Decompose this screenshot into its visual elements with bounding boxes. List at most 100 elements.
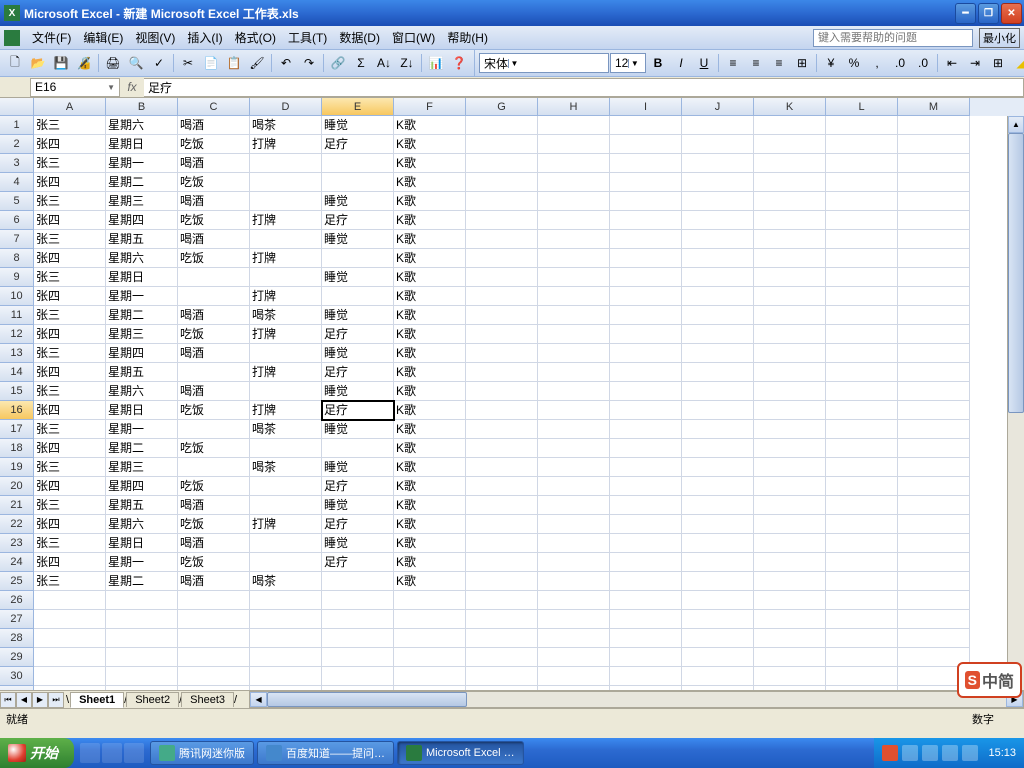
cell-L28[interactable] (826, 629, 898, 648)
cell-B6[interactable]: 星期四 (106, 211, 178, 230)
new-button[interactable]: 🗋 (4, 52, 26, 74)
cell-J12[interactable] (682, 325, 754, 344)
cell-A13[interactable]: 张三 (34, 344, 106, 363)
cell-H29[interactable] (538, 648, 610, 667)
cell-A19[interactable]: 张三 (34, 458, 106, 477)
cell-J25[interactable] (682, 572, 754, 591)
cell-G27[interactable] (466, 610, 538, 629)
cell-D30[interactable] (250, 667, 322, 686)
cell-L24[interactable] (826, 553, 898, 572)
cell-M24[interactable] (898, 553, 970, 572)
cell-F2[interactable]: K歌 (394, 135, 466, 154)
cell-C26[interactable] (178, 591, 250, 610)
cell-A3[interactable]: 张三 (34, 154, 106, 173)
cell-C9[interactable] (178, 268, 250, 287)
cell-F23[interactable]: K歌 (394, 534, 466, 553)
cell-I13[interactable] (610, 344, 682, 363)
row-header[interactable]: 27 (0, 610, 34, 629)
cell-I7[interactable] (610, 230, 682, 249)
cell-F15[interactable]: K歌 (394, 382, 466, 401)
cell-M10[interactable] (898, 287, 970, 306)
sheet-tab-3[interactable]: Sheet3 (181, 692, 234, 707)
cell-L8[interactable] (826, 249, 898, 268)
cell-D17[interactable]: 喝茶 (250, 420, 322, 439)
cell-H1[interactable] (538, 116, 610, 135)
row-header[interactable]: 25 (0, 572, 34, 591)
cell-L22[interactable] (826, 515, 898, 534)
cell-E5[interactable]: 睡觉 (322, 192, 394, 211)
cell-A7[interactable]: 张三 (34, 230, 106, 249)
cell-G15[interactable] (466, 382, 538, 401)
cell-E30[interactable] (322, 667, 394, 686)
cell-H11[interactable] (538, 306, 610, 325)
column-header-G[interactable]: G (466, 98, 538, 116)
cell-A12[interactable]: 张四 (34, 325, 106, 344)
cell-E16[interactable]: 足疗 (322, 401, 394, 420)
tray-icon[interactable] (922, 745, 938, 761)
column-header-L[interactable]: L (826, 98, 898, 116)
cell-L17[interactable] (826, 420, 898, 439)
cell-E10[interactable] (322, 287, 394, 306)
cell-I3[interactable] (610, 154, 682, 173)
cell-K12[interactable] (754, 325, 826, 344)
cell-E17[interactable]: 睡觉 (322, 420, 394, 439)
cell-M22[interactable] (898, 515, 970, 534)
cell-C18[interactable]: 吃饭 (178, 439, 250, 458)
row-header[interactable]: 17 (0, 420, 34, 439)
cell-C25[interactable]: 喝酒 (178, 572, 250, 591)
cell-G11[interactable] (466, 306, 538, 325)
cell-A29[interactable] (34, 648, 106, 667)
cell-K20[interactable] (754, 477, 826, 496)
cell-A15[interactable]: 张三 (34, 382, 106, 401)
cell-K10[interactable] (754, 287, 826, 306)
cell-C29[interactable] (178, 648, 250, 667)
cell-H30[interactable] (538, 667, 610, 686)
comma-button[interactable]: , (866, 52, 888, 74)
cell-G1[interactable] (466, 116, 538, 135)
cell-J24[interactable] (682, 553, 754, 572)
cell-E4[interactable] (322, 173, 394, 192)
cell-I19[interactable] (610, 458, 682, 477)
cell-C17[interactable] (178, 420, 250, 439)
cell-C11[interactable]: 喝酒 (178, 306, 250, 325)
menu-tools[interactable]: 工具(T) (282, 27, 333, 48)
row-header[interactable]: 16 (0, 401, 34, 420)
cell-C19[interactable] (178, 458, 250, 477)
cell-B19[interactable]: 星期三 (106, 458, 178, 477)
column-header-E[interactable]: E (322, 98, 394, 116)
borders-button[interactable]: ⊞ (987, 52, 1009, 74)
cell-K3[interactable] (754, 154, 826, 173)
cell-L27[interactable] (826, 610, 898, 629)
cell-B5[interactable]: 星期三 (106, 192, 178, 211)
cell-B3[interactable]: 星期一 (106, 154, 178, 173)
row-header[interactable]: 23 (0, 534, 34, 553)
column-header-M[interactable]: M (898, 98, 970, 116)
bold-button[interactable]: B (647, 52, 669, 74)
cell-D20[interactable] (250, 477, 322, 496)
cell-E3[interactable] (322, 154, 394, 173)
task-button-tencent[interactable]: 腾讯网迷你版 (150, 741, 254, 765)
chart-button[interactable]: 📊 (425, 52, 447, 74)
spellcheck-button[interactable]: ✓ (148, 52, 170, 74)
tray-icon[interactable] (962, 745, 978, 761)
scroll-thumb[interactable] (267, 692, 467, 707)
cell-D15[interactable] (250, 382, 322, 401)
cell-F21[interactable]: K歌 (394, 496, 466, 515)
column-header-A[interactable]: A (34, 98, 106, 116)
cell-F6[interactable]: K歌 (394, 211, 466, 230)
cell-I21[interactable] (610, 496, 682, 515)
cell-G3[interactable] (466, 154, 538, 173)
cell-F29[interactable] (394, 648, 466, 667)
cell-K16[interactable] (754, 401, 826, 420)
cell-K30[interactable] (754, 667, 826, 686)
cell-F28[interactable] (394, 629, 466, 648)
paste-button[interactable]: 📋 (223, 52, 245, 74)
decrease-indent-button[interactable]: ⇤ (941, 52, 963, 74)
cell-J13[interactable] (682, 344, 754, 363)
cell-C16[interactable]: 吃饭 (178, 401, 250, 420)
align-left-button[interactable]: ≡ (722, 52, 744, 74)
cell-E22[interactable]: 足疗 (322, 515, 394, 534)
cell-J6[interactable] (682, 211, 754, 230)
menu-data[interactable]: 数据(D) (333, 27, 386, 48)
cell-E14[interactable]: 足疗 (322, 363, 394, 382)
